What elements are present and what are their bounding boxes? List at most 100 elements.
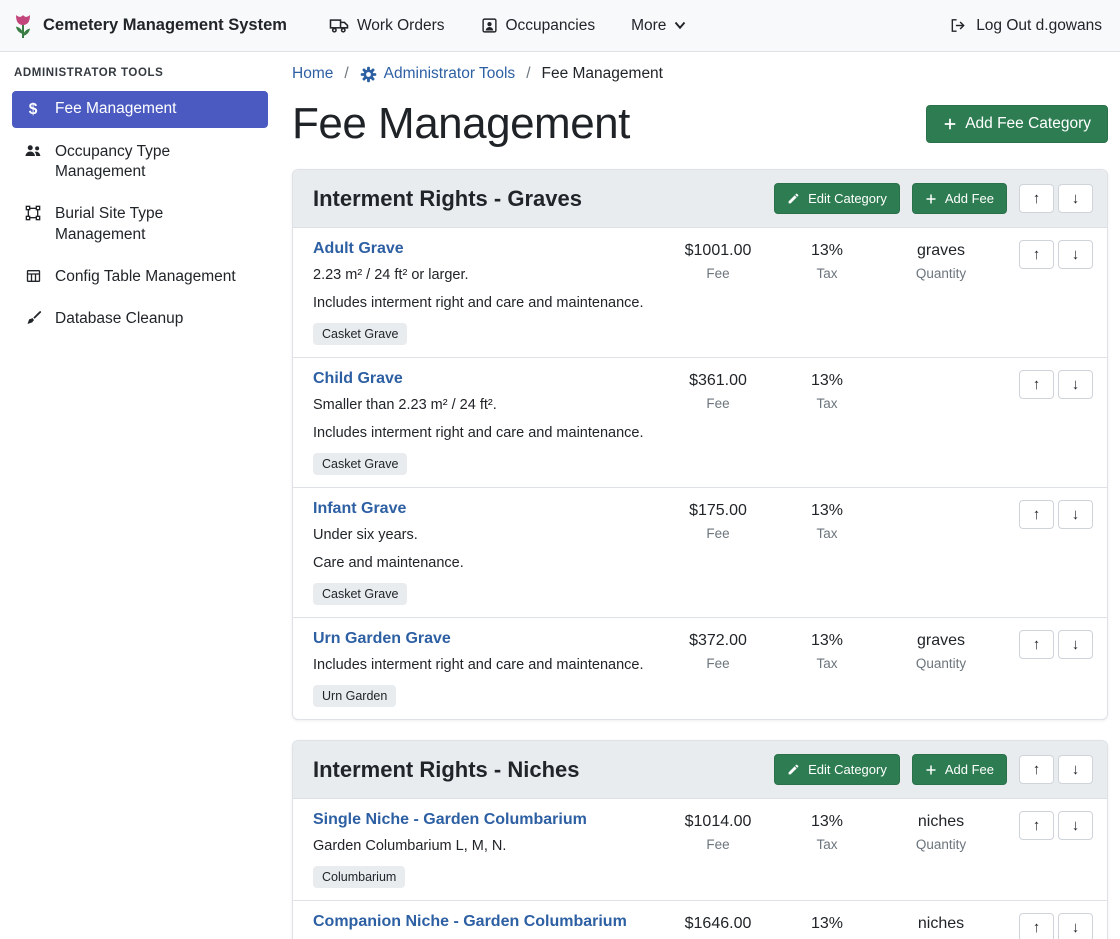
plus-icon: [925, 193, 937, 205]
chevron-down-icon: [674, 21, 686, 30]
sidebar-item-burial-site-type[interactable]: Burial Site Type Management: [12, 196, 268, 252]
sidebar-item-label: Database Cleanup: [55, 309, 183, 329]
fee-name-link[interactable]: Adult Grave: [313, 240, 404, 258]
fee-quantity: niches: [881, 813, 1001, 831]
move-fee-down-button[interactable]: ↓: [1058, 913, 1093, 939]
sidebar-item-occupancy-type[interactable]: Occupancy Type Management: [12, 134, 268, 190]
move-fee-up-button[interactable]: ↑: [1019, 811, 1054, 840]
fee-tax: 13%: [787, 372, 867, 390]
move-fee-down-button[interactable]: ↓: [1058, 500, 1093, 529]
fee-name-link[interactable]: Urn Garden Grave: [313, 630, 451, 648]
sidebar-item-label: Fee Management: [55, 99, 177, 119]
fee-description: Care and maintenance.: [313, 553, 649, 574]
move-fee-up-button[interactable]: ↑: [1019, 913, 1054, 939]
breadcrumb-admin-tools-link[interactable]: Administrator Tools: [360, 65, 516, 83]
move-fee-up-button[interactable]: ↑: [1019, 630, 1054, 659]
fee-name-link[interactable]: Single Niche - Garden Columbarium: [313, 811, 587, 829]
fee-amount-label: Fee: [663, 656, 773, 671]
breadcrumb-separator: /: [344, 65, 348, 83]
fee-row: Companion Niche - Garden Columbarium Gar…: [293, 900, 1107, 939]
sidebar-item-config-table[interactable]: Config Table Management: [12, 259, 268, 295]
breadcrumb-admin-label: Administrator Tools: [384, 65, 516, 83]
table-icon: [24, 268, 42, 284]
breadcrumb-home-link[interactable]: Home: [292, 65, 333, 83]
nav-label: Work Orders: [357, 17, 445, 35]
fee-quantity: niches: [881, 915, 1001, 933]
edit-category-button[interactable]: Edit Category: [774, 754, 900, 785]
fee-move-controls: ↑ ↓: [1019, 240, 1093, 269]
fee-move-controls: ↑ ↓: [1019, 500, 1093, 529]
add-fee-button[interactable]: Add Fee: [912, 754, 1007, 785]
move-category-up-button[interactable]: ↑: [1019, 755, 1054, 784]
nav-occupancies[interactable]: Occupancies: [481, 17, 596, 35]
main-content: Home / Administrator Tools / Fee Managem: [292, 53, 1108, 939]
fee-tax: 13%: [787, 632, 867, 650]
page-title: Fee Management: [292, 99, 630, 149]
fee-move-controls: ↑ ↓: [1019, 811, 1093, 840]
move-fee-up-button[interactable]: ↑: [1019, 500, 1054, 529]
app-brand[interactable]: Cemetery Management System: [12, 13, 287, 39]
move-fee-up-button[interactable]: ↑: [1019, 240, 1054, 269]
fee-amount-label: Fee: [663, 266, 773, 281]
edit-category-label: Edit Category: [808, 762, 887, 777]
sidebar-item-fee-management[interactable]: $ Fee Management: [12, 91, 268, 128]
move-fee-up-button[interactable]: ↑: [1019, 370, 1054, 399]
category-header: Interment Rights - Graves Edit Category …: [293, 170, 1107, 228]
fee-description: 2.23 m² / 24 ft² or larger.: [313, 265, 649, 286]
tulip-logo-icon: [12, 13, 34, 39]
fee-name-link[interactable]: Child Grave: [313, 370, 403, 388]
fee-row: Urn Garden Grave Includes interment righ…: [293, 617, 1107, 719]
logout-button[interactable]: Log Out d.gowans: [949, 17, 1102, 35]
fee-quantity-label: Quantity: [881, 656, 1001, 671]
plus-icon: [925, 764, 937, 776]
nav-label: Occupancies: [506, 17, 596, 35]
logout-label: Log Out d.gowans: [976, 17, 1102, 35]
add-fee-button[interactable]: Add Fee: [912, 183, 1007, 214]
fee-move-controls: ↑ ↓: [1019, 913, 1093, 939]
breadcrumb: Home / Administrator Tools / Fee Managem: [292, 53, 1108, 83]
nav-label: More: [631, 17, 666, 35]
top-navbar: Cemetery Management System Work Orders: [0, 0, 1120, 52]
breadcrumb-current: Fee Management: [542, 65, 664, 83]
add-fee-category-label: Add Fee Category: [965, 115, 1091, 133]
fee-quantity-label: Quantity: [881, 266, 1001, 281]
fee-amount: $1646.00: [663, 915, 773, 933]
people-icon: [24, 143, 42, 158]
fee-row: Child Grave Smaller than 2.23 m² / 24 ft…: [293, 357, 1107, 487]
fee-description: Includes interment right and care and ma…: [313, 423, 649, 444]
sidebar-item-database-cleanup[interactable]: Database Cleanup: [12, 301, 268, 337]
move-fee-down-button[interactable]: ↓: [1058, 370, 1093, 399]
fee-amount: $175.00: [663, 502, 773, 520]
fee-quantity-label: Quantity: [881, 837, 1001, 852]
add-fee-label: Add Fee: [945, 762, 994, 777]
move-category-down-button[interactable]: ↓: [1058, 755, 1093, 784]
add-fee-category-button[interactable]: Add Fee Category: [926, 105, 1108, 143]
fee-category-card-graves: Interment Rights - Graves Edit Category …: [292, 169, 1108, 720]
sidebar-item-label: Occupancy Type Management: [55, 142, 256, 182]
move-category-down-button[interactable]: ↓: [1058, 184, 1093, 213]
nav-work-orders[interactable]: Work Orders: [329, 17, 445, 35]
dollar-icon: $: [24, 100, 42, 120]
nav-more[interactable]: More: [631, 17, 686, 35]
edit-category-button[interactable]: Edit Category: [774, 183, 900, 214]
add-fee-label: Add Fee: [945, 191, 994, 206]
move-fee-down-button[interactable]: ↓: [1058, 811, 1093, 840]
fee-category-card-niches: Interment Rights - Niches Edit Category …: [292, 740, 1108, 939]
fee-row: Adult Grave 2.23 m² / 24 ft² or larger. …: [293, 228, 1107, 357]
fee-type-badge: Casket Grave: [313, 583, 407, 605]
sidebar-item-label: Burial Site Type Management: [55, 204, 256, 244]
move-fee-down-button[interactable]: ↓: [1058, 240, 1093, 269]
move-category-up-button[interactable]: ↑: [1019, 184, 1054, 213]
move-fee-down-button[interactable]: ↓: [1058, 630, 1093, 659]
fee-tax: 13%: [787, 915, 867, 933]
main-nav: Work Orders Occupancies More: [329, 17, 687, 35]
fee-amount: $361.00: [663, 372, 773, 390]
fee-quantity: graves: [881, 632, 1001, 650]
fee-description: Includes interment right and care and ma…: [313, 293, 649, 314]
category-move-controls: ↑ ↓: [1019, 184, 1093, 213]
fee-name-link[interactable]: Infant Grave: [313, 500, 406, 518]
fee-name-link[interactable]: Companion Niche - Garden Columbarium: [313, 913, 627, 931]
sidebar-header: ADMINISTRATOR TOOLS: [14, 67, 266, 79]
plus-icon: [943, 117, 957, 131]
fee-move-controls: ↑ ↓: [1019, 370, 1093, 399]
